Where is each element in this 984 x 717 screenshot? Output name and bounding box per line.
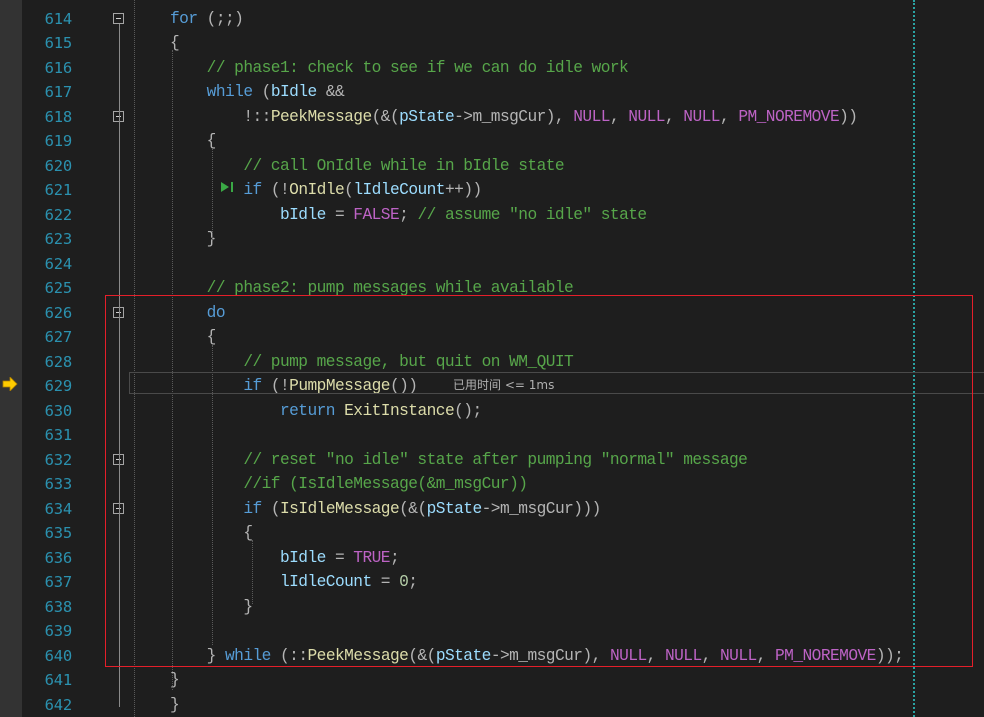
line-number: 631 bbox=[44, 426, 73, 444]
code-token: (;;) bbox=[197, 9, 244, 28]
code-line[interactable]: 641} bbox=[22, 668, 984, 693]
code-line[interactable]: 617 while (bIdle && bbox=[22, 80, 984, 105]
indicator-margin[interactable] bbox=[0, 0, 22, 717]
code-token: ->m_msgCur), bbox=[454, 107, 574, 126]
code-token: (! bbox=[261, 181, 290, 199]
line-number: 621 bbox=[44, 181, 73, 199]
code-text[interactable]: while (bIdle && bbox=[170, 80, 345, 105]
line-number: 639 bbox=[44, 622, 73, 640]
line-number: 624 bbox=[44, 254, 73, 273]
line-number: 615 bbox=[44, 34, 73, 52]
code-token: , bbox=[609, 107, 629, 126]
code-text[interactable]: // call OnIdle while in bIdle state bbox=[170, 154, 564, 179]
line-number: 642 bbox=[44, 695, 73, 714]
code-line[interactable]: 616 // phase1: check to see if we can do… bbox=[22, 56, 984, 81]
code-token: FALSE bbox=[353, 205, 400, 224]
line-number: 619 bbox=[44, 132, 73, 150]
code-token: bIdle bbox=[270, 83, 317, 101]
line-number: 633 bbox=[44, 475, 73, 493]
code-line[interactable]: 615{ bbox=[22, 31, 984, 56]
code-token: ++)) bbox=[444, 181, 482, 199]
line-number: 632 bbox=[44, 450, 73, 469]
code-token: (&( bbox=[371, 107, 400, 126]
collapse-toggle-icon[interactable] bbox=[113, 12, 124, 24]
line-number: 637 bbox=[44, 573, 73, 591]
code-token: , bbox=[664, 107, 684, 126]
line-number: 625 bbox=[44, 279, 73, 297]
code-line[interactable]: 620 // call OnIdle while in bIdle state bbox=[22, 154, 984, 179]
code-text[interactable]: } bbox=[170, 227, 217, 252]
indent-guide bbox=[212, 148, 213, 240]
code-token: NULL bbox=[573, 107, 610, 126]
code-token: // call OnIdle while in bIdle state bbox=[170, 156, 565, 175]
code-line[interactable]: 622 bIdle = FALSE; // assume "no idle" s… bbox=[22, 203, 984, 228]
line-number: 636 bbox=[44, 548, 73, 567]
code-token: } bbox=[170, 230, 217, 248]
code-token: // assume "no idle" state bbox=[417, 205, 647, 224]
line-number: 617 bbox=[44, 83, 73, 101]
code-text[interactable]: !::PeekMessage(&(pState->m_msgCur), NULL… bbox=[170, 105, 858, 130]
run-to-click-icon[interactable] bbox=[218, 181, 236, 193]
code-token: { bbox=[170, 132, 217, 150]
code-token: } bbox=[170, 695, 180, 714]
code-token: ( bbox=[344, 181, 354, 199]
line-number: 627 bbox=[44, 328, 73, 346]
code-text[interactable]: if (!OnIdle(lIdleCount++)) bbox=[170, 178, 482, 203]
line-number: 629 bbox=[44, 377, 73, 395]
code-text[interactable]: // phase1: check to see if we can do idl… bbox=[170, 56, 629, 81]
code-token: PM_NOREMOVE bbox=[738, 107, 840, 126]
code-token: while bbox=[170, 83, 253, 101]
code-token: NULL bbox=[628, 107, 665, 126]
code-token: NULL bbox=[683, 107, 720, 126]
line-number: 623 bbox=[44, 230, 73, 248]
line-number: 622 bbox=[44, 205, 73, 224]
line-number: 635 bbox=[44, 524, 73, 542]
line-number: 614 bbox=[44, 9, 73, 28]
code-line[interactable]: 623 } bbox=[22, 227, 984, 252]
code-text[interactable]: for (;;) bbox=[170, 7, 244, 32]
code-text[interactable]: bIdle = FALSE; // assume "no idle" state bbox=[170, 203, 647, 228]
code-token: !:: bbox=[170, 107, 271, 126]
code-line[interactable]: 619 { bbox=[22, 129, 984, 154]
code-line[interactable]: 618 !::PeekMessage(&(pState->m_msgCur), … bbox=[22, 105, 984, 130]
code-token: )) bbox=[839, 107, 858, 126]
line-number: 634 bbox=[44, 499, 73, 518]
code-token: bIdle bbox=[170, 205, 326, 224]
code-token: PeekMessage bbox=[270, 107, 372, 126]
code-token: ( bbox=[252, 83, 272, 101]
line-number: 626 bbox=[44, 303, 73, 322]
code-line[interactable]: 642} bbox=[22, 693, 984, 717]
line-number: 640 bbox=[44, 646, 73, 665]
code-token: pState bbox=[399, 107, 455, 126]
highlight-rectangle bbox=[105, 295, 973, 667]
code-text[interactable]: { bbox=[170, 129, 217, 154]
line-number: 616 bbox=[44, 58, 73, 77]
line-number: 618 bbox=[44, 107, 73, 126]
code-token: // phase1: check to see if we can do idl… bbox=[170, 58, 629, 77]
code-token: lIdleCount bbox=[353, 181, 445, 199]
code-token: ; bbox=[399, 205, 418, 224]
code-token: = bbox=[325, 205, 354, 224]
code-token: , bbox=[719, 107, 739, 126]
code-line[interactable]: 621 if (!OnIdle(lIdleCount++)) bbox=[22, 178, 984, 203]
code-line[interactable]: 614 for (;;) bbox=[22, 7, 984, 32]
code-token: if bbox=[170, 181, 262, 199]
line-number: 638 bbox=[44, 597, 73, 616]
code-token: for bbox=[170, 9, 198, 28]
current-statement-arrow-icon bbox=[2, 377, 18, 391]
line-number: 620 bbox=[44, 156, 73, 175]
line-number: 630 bbox=[44, 401, 73, 420]
line-number: 641 bbox=[44, 671, 73, 689]
code-line[interactable]: 624 bbox=[22, 252, 984, 277]
code-token: OnIdle bbox=[289, 181, 345, 199]
line-number: 628 bbox=[44, 352, 73, 371]
code-text[interactable]: } bbox=[170, 693, 180, 717]
code-token: && bbox=[316, 83, 345, 101]
